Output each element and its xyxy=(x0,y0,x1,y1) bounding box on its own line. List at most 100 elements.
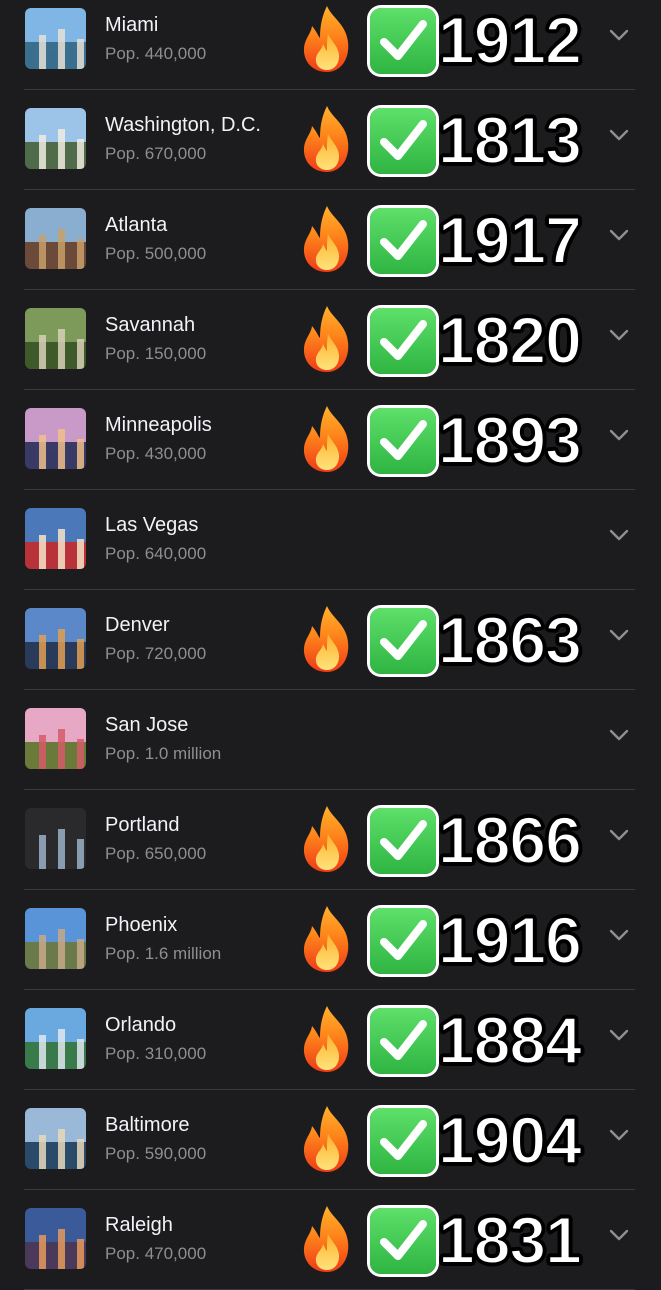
city-name: Baltimore xyxy=(105,1114,190,1136)
thumbnail-building xyxy=(29,447,36,469)
chevron-down-icon[interactable] xyxy=(609,128,629,142)
thumbnail-building xyxy=(57,729,65,769)
thumbnail-building xyxy=(48,151,55,169)
chevron-down-icon[interactable] xyxy=(609,828,629,842)
thumbnail-building xyxy=(67,443,74,469)
city-thumbnail xyxy=(25,608,86,669)
city-name: Washington, D.C. xyxy=(105,114,261,136)
thumbnail-building xyxy=(29,1247,36,1269)
city-row-las-vegas[interactable]: Las Vegas Pop. 640,000 xyxy=(24,490,635,590)
chevron-down-icon[interactable] xyxy=(609,628,629,642)
thumbnail-building xyxy=(67,343,74,369)
chevron-down-icon[interactable] xyxy=(609,28,629,42)
thumbnail-building xyxy=(48,1251,55,1269)
thumbnail-building xyxy=(76,339,84,369)
city-population: Pop. 470,000 xyxy=(105,1244,207,1263)
thumbnail-building xyxy=(48,551,55,569)
fire-icon xyxy=(298,804,356,874)
city-row-phoenix[interactable]: Phoenix Pop. 1.6 million 1916 xyxy=(24,890,635,990)
thumbnail-building xyxy=(29,147,36,169)
city-row-orlando[interactable]: Orlando Pop. 310,000 1884 xyxy=(24,990,635,1090)
founded-year: 1863 xyxy=(437,602,583,678)
thumbnail-building xyxy=(57,929,65,969)
city-name: Atlanta xyxy=(105,214,168,236)
city-row-portland[interactable]: Portland Pop. 650,000 1866 xyxy=(24,790,635,890)
thumbnail-building xyxy=(38,1035,46,1069)
thumbnail-building xyxy=(29,247,36,269)
thumbnail-building xyxy=(29,847,36,869)
city-population: Pop. 720,000 xyxy=(105,644,207,663)
thumbnail-building xyxy=(76,739,84,769)
thumbnail-building xyxy=(67,43,74,69)
thumbnail-building xyxy=(38,135,46,169)
chevron-down-icon[interactable] xyxy=(609,528,629,542)
chevron-down-icon[interactable] xyxy=(609,928,629,942)
city-name: Phoenix xyxy=(105,914,178,936)
city-thumbnail xyxy=(25,1208,86,1269)
thumbnail-building xyxy=(67,143,74,169)
city-name: San Jose xyxy=(105,714,189,736)
city-population: Pop. 1.6 million xyxy=(105,944,222,963)
city-thumbnail xyxy=(25,8,86,69)
thumbnail-building xyxy=(38,1235,46,1269)
chevron-down-icon[interactable] xyxy=(609,228,629,242)
thumbnail-building xyxy=(48,351,55,369)
founded-year: 1912 xyxy=(437,2,583,78)
city-row-denver[interactable]: Denver Pop. 720,000 1863 xyxy=(24,590,635,690)
city-thumbnail xyxy=(25,408,86,469)
city-row-raleigh[interactable]: Raleigh Pop. 470,000 1831 xyxy=(24,1190,635,1290)
city-population: Pop. 310,000 xyxy=(105,1044,207,1063)
thumbnail-building xyxy=(29,47,36,69)
thumbnail-building xyxy=(48,851,55,869)
founded-year: 1917 xyxy=(437,202,583,278)
city-name: Las Vegas xyxy=(105,514,199,536)
city-thumbnail xyxy=(25,108,86,169)
fire-icon xyxy=(298,404,356,474)
city-row-savannah[interactable]: Savannah Pop. 150,000 1820 xyxy=(24,290,635,390)
city-row-baltimore[interactable]: Baltimore Pop. 590,000 1904 xyxy=(24,1090,635,1190)
thumbnail-building xyxy=(48,251,55,269)
city-row-washington-d-c[interactable]: Washington, D.C. Pop. 670,000 1813 xyxy=(24,90,635,190)
city-population: Pop. 650,000 xyxy=(105,844,207,863)
thumbnail-building xyxy=(38,235,46,269)
city-row-minneapolis[interactable]: Minneapolis Pop. 430,000 1893 xyxy=(24,390,635,490)
check-mark-button-icon xyxy=(370,308,436,374)
thumbnail-building xyxy=(29,547,36,569)
thumbnail-building xyxy=(29,647,36,669)
thumbnail-building xyxy=(29,347,36,369)
thumbnail-building xyxy=(76,439,84,469)
chevron-down-icon[interactable] xyxy=(609,428,629,442)
chevron-down-icon[interactable] xyxy=(609,728,629,742)
city-population: Pop. 670,000 xyxy=(105,144,207,163)
founded-year: 1884 xyxy=(437,1002,583,1078)
city-row-atlanta[interactable]: Atlanta Pop. 500,000 1917 xyxy=(24,190,635,290)
chevron-down-icon[interactable] xyxy=(609,1128,629,1142)
thumbnail-building xyxy=(76,1139,84,1169)
thumbnail-building xyxy=(38,35,46,69)
thumbnail-building xyxy=(67,1043,74,1069)
thumbnail-building xyxy=(57,629,65,669)
thumbnail-building xyxy=(29,747,36,769)
fire-icon xyxy=(298,4,356,74)
chevron-down-icon[interactable] xyxy=(609,328,629,342)
thumbnail-building xyxy=(38,1135,46,1169)
thumbnail-building xyxy=(67,743,74,769)
thumbnail-building xyxy=(76,539,84,569)
thumbnail-building xyxy=(48,751,55,769)
founded-year: 1813 xyxy=(437,102,583,178)
check-mark-button-icon xyxy=(370,608,436,674)
thumbnail-building xyxy=(38,935,46,969)
chevron-down-icon[interactable] xyxy=(609,1228,629,1242)
check-mark-button-icon xyxy=(370,108,436,174)
city-row-miami[interactable]: Miami Pop. 440,000 1912 xyxy=(24,0,635,90)
thumbnail-building xyxy=(38,835,46,869)
fire-icon xyxy=(298,104,356,174)
check-mark-button-icon xyxy=(370,8,436,74)
city-population: Pop. 430,000 xyxy=(105,444,207,463)
city-row-san-jose[interactable]: San Jose Pop. 1.0 million xyxy=(24,690,635,790)
founded-year: 1893 xyxy=(437,402,583,478)
chevron-down-icon[interactable] xyxy=(609,1028,629,1042)
founded-year: 1831 xyxy=(437,1202,583,1278)
city-thumbnail xyxy=(25,508,86,569)
thumbnail-building xyxy=(57,1129,65,1169)
